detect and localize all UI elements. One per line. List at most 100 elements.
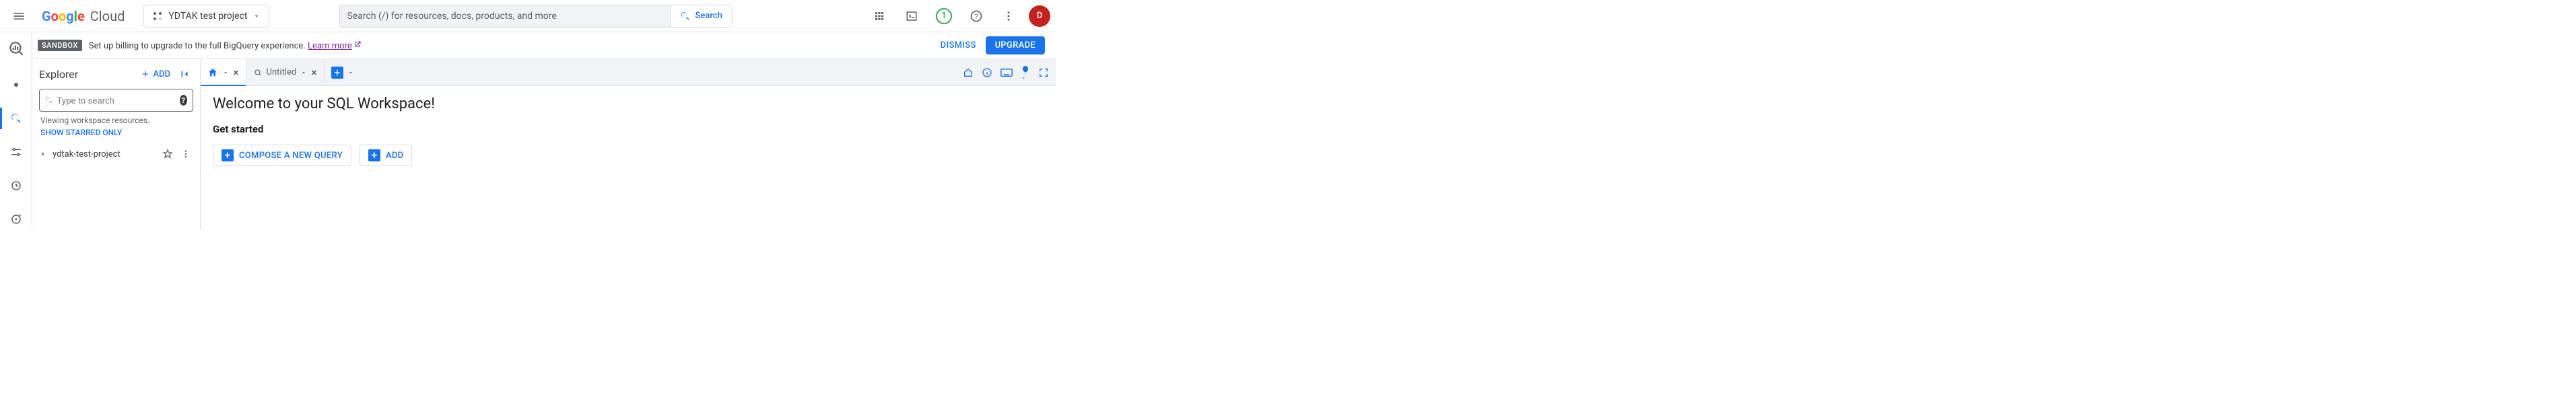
show-starred-link[interactable]: SHOW STARRED ONLY [32,125,200,144]
expand-caret[interactable] [39,150,47,158]
tab-untitled[interactable]: Untitled × [246,59,325,85]
plus-icon: + [368,149,380,161]
main-layout: SANDBOX Set up billing to upgrade to the… [0,32,1056,230]
terminal-icon [906,10,918,22]
rail-transfers[interactable] [0,141,32,163]
home-outline-icon [963,67,974,78]
more-button[interactable] [996,4,1021,28]
scope-icon [10,213,22,225]
project-name: YDTAK test project [168,11,247,22]
rail-reservations[interactable] [0,208,32,230]
caret-right-icon [39,150,47,158]
star-outline-icon [162,149,173,159]
welcome-title: Welcome to your SQL Workspace! [213,96,1044,112]
plus-icon: + [222,149,234,161]
dot-icon [14,83,18,87]
shortcuts-button[interactable] [1001,68,1013,77]
rail-sql-workspace[interactable] [0,108,32,129]
notifications-button[interactable]: 1 [932,4,956,28]
workspace-body: Welcome to your SQL Workspace! Get start… [201,86,1056,176]
tips-button[interactable] [1021,65,1030,81]
rail-dot[interactable] [0,74,32,96]
explorer-search[interactable]: ? [39,89,193,112]
star-project-button[interactable] [162,149,173,159]
top-header: Google Cloud YDTAK test project Search (… [0,0,1056,32]
notification-count: 1 [936,8,952,24]
hamburger-icon [12,9,26,23]
learn-more-link[interactable]: Learn more [308,41,352,51]
avatar-letter: D [1037,11,1043,21]
search-button[interactable]: Search [671,5,732,28]
bigquery-product-icon[interactable] [7,32,25,65]
project-more-button[interactable] [178,149,193,159]
lightbulb-icon [1021,65,1030,75]
caret-down-icon[interactable] [347,69,354,76]
tab-untitled-label: Untitled [267,67,297,77]
bigquery-icon [7,40,25,57]
account-avatar[interactable]: D [1029,5,1050,27]
logo-cloud-word: Cloud [90,8,125,24]
close-tab-button[interactable]: × [233,66,239,79]
search-area: Search (/) for resources, docs, products… [339,5,732,28]
rail-scheduled[interactable] [0,175,32,196]
caret-down-icon[interactable] [300,69,307,76]
info-icon [982,67,992,78]
search-placeholder: Search (/) for resources, docs, products… [347,11,556,22]
home-icon [207,67,218,78]
explorer-add-button[interactable]: ADD [141,69,170,79]
caret-down-icon[interactable] [222,69,229,76]
apps-grid-icon [873,10,885,22]
sandbox-banner: SANDBOX Set up billing to upgrade to the… [32,32,1056,59]
search-button-label: Search [695,11,722,21]
workspace-add-button[interactable]: + ADD [360,145,413,166]
tab-home[interactable]: × [201,59,246,85]
nav-menu-button[interactable] [5,3,32,30]
collapse-left-icon [178,68,191,80]
collapse-explorer-button[interactable] [176,65,193,83]
search-icon [45,95,53,106]
new-tab-button[interactable]: + [331,67,343,79]
clock-icon [10,180,22,192]
query-icon [253,68,263,77]
new-tab-area: + [325,59,361,85]
cloud-shell-button[interactable] [900,4,924,28]
explorer-viewing-note: Viewing workspace resources. [32,116,200,125]
explorer-title: Explorer [39,68,135,81]
search-help-icon[interactable]: ? [180,95,188,106]
summary-home-button[interactable] [963,67,974,78]
plus-icon [141,69,150,79]
dismiss-button[interactable]: DISMISS [941,40,976,50]
sandbox-chip: SANDBOX [38,40,82,51]
caret-down-icon [1021,75,1026,81]
compose-query-button[interactable]: + COMPOSE A NEW QUERY [213,145,351,166]
apps-button[interactable] [867,4,891,28]
project-icon [152,11,163,22]
upgrade-button[interactable]: UPGRADE [986,36,1045,54]
get-started-heading: Get started [213,123,1044,135]
fullscreen-icon [1038,67,1049,78]
left-rail [0,32,32,230]
tabbar-right-tools [963,59,1056,85]
banner-text: Set up billing to upgrade to the full Bi… [89,40,362,51]
explorer-search-input[interactable] [57,96,176,106]
project-picker[interactable]: YDTAK test project [143,5,269,28]
info-button[interactable] [982,67,992,78]
keyboard-icon [1001,68,1013,77]
caret-down-icon [252,12,261,20]
workspace-panel: × Untitled × + [201,59,1056,230]
search-icon [10,112,22,124]
logo-google-word: Google [42,8,85,24]
tree-project-row[interactable]: ydtak-test-project [32,144,200,164]
kebab-icon [181,149,191,159]
svg-text:?: ? [974,13,978,21]
header-right: 1 ? D [867,4,1050,28]
kebab-icon [1003,10,1015,22]
help-button[interactable]: ? [964,4,988,28]
google-cloud-logo[interactable]: Google Cloud [38,8,129,24]
main-column: SANDBOX Set up billing to upgrade to the… [32,32,1056,230]
fullscreen-button[interactable] [1038,67,1049,78]
search-icon [680,11,691,22]
search-input[interactable]: Search (/) for resources, docs, products… [339,5,671,28]
tab-bar: × Untitled × + [201,59,1056,86]
close-tab-button[interactable]: × [311,66,317,79]
